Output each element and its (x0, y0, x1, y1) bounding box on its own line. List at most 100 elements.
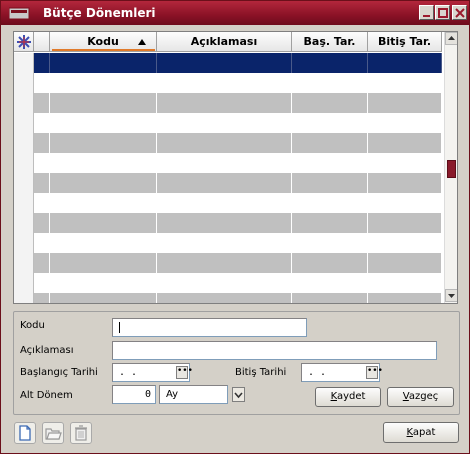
row-indicator-cell[interactable] (14, 293, 34, 303)
grid-header: Kodu Açıklaması Baş. Tar. Bitiş Tar. (14, 32, 442, 52)
baslangic-date-picker-button[interactable]: ••• (176, 366, 193, 379)
table-row[interactable] (14, 233, 442, 253)
table-row[interactable] (14, 93, 442, 113)
table-cell (292, 133, 368, 153)
table-cell (50, 233, 157, 253)
row-indicator-cell[interactable] (14, 113, 34, 133)
app-icon (9, 7, 30, 20)
open-record-button[interactable] (42, 422, 64, 444)
table-cell (50, 153, 157, 173)
row-indicator-cell[interactable] (14, 273, 34, 293)
table-row[interactable] (14, 273, 442, 293)
table-cell (34, 173, 50, 193)
row-indicator-cell[interactable] (14, 173, 34, 193)
minimize-button[interactable] (419, 5, 434, 20)
table-cell (34, 193, 50, 213)
row-indicator-cell[interactable] (14, 153, 34, 173)
trash-icon (75, 425, 87, 441)
row-indicator-cell[interactable] (14, 193, 34, 213)
row-indicator-cell[interactable] (14, 133, 34, 153)
table-cell (34, 253, 50, 273)
vertical-scrollbar[interactable] (444, 32, 457, 303)
period-unit-select[interactable]: Ay (159, 385, 228, 404)
table-cell (157, 173, 292, 193)
column-header-aciklama[interactable]: Açıklaması (157, 32, 292, 52)
kapat-button[interactable]: Kapat (383, 422, 459, 443)
table-cell (34, 113, 50, 133)
table-cell (157, 213, 292, 233)
table-cell (34, 73, 50, 93)
table-row-selected[interactable] (14, 53, 442, 73)
column-header-bas-tar[interactable]: Baş. Tar. (292, 32, 368, 52)
scroll-down-button[interactable] (445, 289, 457, 302)
table-cell (50, 213, 157, 233)
delete-record-button[interactable] (70, 422, 92, 444)
table-cell (157, 193, 292, 213)
kapat-label: Kapat (406, 427, 436, 438)
row-indicator-cell[interactable] (14, 53, 34, 73)
row-indicator-cell[interactable] (14, 233, 34, 253)
table-cell (368, 53, 442, 73)
close-button[interactable] (452, 5, 467, 20)
table-cell (368, 253, 442, 273)
title-bar[interactable]: Bütçe Dönemleri (1, 1, 469, 25)
aciklama-label: Açıklaması (20, 345, 74, 356)
row-indicator-cell[interactable] (14, 213, 34, 233)
table-cell (34, 273, 50, 293)
table-cell (368, 153, 442, 173)
maximize-icon (438, 8, 448, 18)
table-cell (157, 73, 292, 93)
periods-grid[interactable]: Kodu Açıklaması Baş. Tar. Bitiş Tar. (13, 31, 458, 304)
table-row[interactable] (14, 133, 442, 153)
table-cell (157, 93, 292, 113)
maximize-button[interactable] (435, 5, 450, 20)
table-cell (50, 173, 157, 193)
alt-donem-input[interactable]: 0 (112, 385, 156, 404)
bitis-date-picker-button[interactable]: ••• (366, 366, 383, 379)
open-folder-icon (45, 428, 62, 440)
vazgec-button[interactable]: Vazgeç (387, 387, 454, 407)
table-cell (34, 213, 50, 233)
table-cell (157, 273, 292, 293)
table-row[interactable] (14, 73, 442, 93)
table-cell (157, 53, 292, 73)
baslangic-tarihi-value: . . (119, 367, 138, 378)
scrollbar-thumb[interactable] (447, 160, 456, 178)
table-cell (368, 113, 442, 133)
text-cursor (119, 321, 120, 333)
row-indicator-cell[interactable] (14, 253, 34, 273)
table-row[interactable] (14, 173, 442, 193)
table-cell (50, 73, 157, 93)
scroll-up-button[interactable] (445, 32, 457, 45)
new-record-button[interactable] (14, 422, 36, 444)
table-cell (157, 153, 292, 173)
aciklama-input[interactable] (112, 341, 437, 360)
table-cell (292, 273, 368, 293)
table-cell (34, 93, 50, 113)
table-row[interactable] (14, 253, 442, 273)
table-cell (50, 93, 157, 113)
table-cell (292, 73, 368, 93)
table-row[interactable] (14, 153, 442, 173)
period-unit-dropdown-button[interactable] (232, 387, 245, 402)
table-cell (292, 153, 368, 173)
grid-options-corner[interactable] (14, 32, 34, 52)
kodu-input[interactable] (112, 318, 307, 337)
arrow-up-icon (448, 36, 455, 40)
table-row[interactable] (14, 193, 442, 213)
bitis-tarihi-value: . . (308, 367, 327, 378)
column-header-bitis-tar[interactable]: Bitiş Tar. (368, 32, 442, 52)
kaydet-button[interactable]: Kaydet (315, 387, 381, 407)
table-cell (34, 293, 50, 303)
header-marker (34, 32, 50, 52)
table-row[interactable] (14, 213, 442, 233)
table-row[interactable] (14, 293, 442, 303)
bitis-tarihi-label: Bitiş Tarihi (235, 367, 287, 378)
table-cell (157, 253, 292, 273)
table-cell (292, 53, 368, 73)
row-indicator-cell[interactable] (14, 93, 34, 113)
table-row[interactable] (14, 113, 442, 133)
ellipsis-icon: ••• (367, 366, 383, 376)
row-indicator-cell[interactable] (14, 73, 34, 93)
kodu-label: Kodu (20, 320, 45, 331)
